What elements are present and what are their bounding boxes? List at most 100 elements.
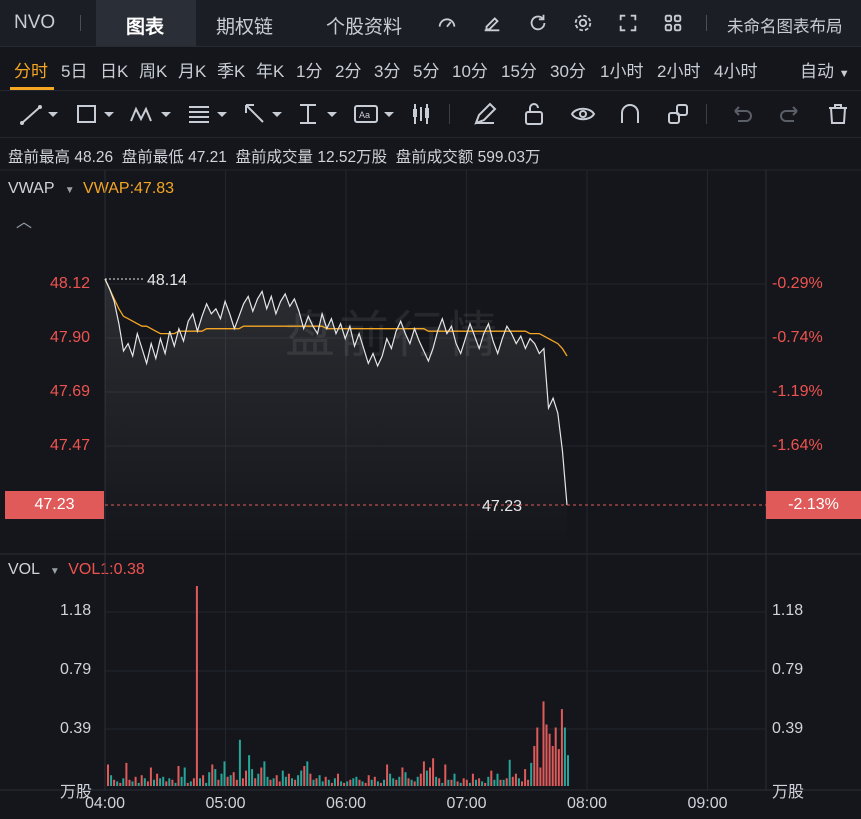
volume-unit: 万股 <box>772 784 805 801</box>
volume-bar <box>517 778 520 786</box>
volume-bar <box>183 767 186 786</box>
timeframe-item[interactable]: 季K <box>217 57 245 82</box>
volume-bar <box>453 773 456 786</box>
volume-bar <box>140 775 143 786</box>
volume-bar <box>324 776 327 786</box>
volume-bar <box>419 773 422 786</box>
volume-bar <box>416 776 419 786</box>
volume-bar <box>404 772 407 786</box>
volume-bar <box>257 773 260 786</box>
volume-bar <box>533 746 536 786</box>
volume-bar <box>156 773 159 786</box>
pct-tick: -0.29% <box>772 275 823 292</box>
volume-bar <box>134 776 137 786</box>
chart-canvas[interactable]: 盘前行情 48.14 47.23 04:00 05:00 06:00 07:00 08:… <box>0 0 861 819</box>
volume-bar <box>153 779 155 786</box>
timeframe-item[interactable]: 2分 <box>335 57 361 82</box>
volume-bar <box>223 761 226 786</box>
timeframe-item[interactable]: 2小时 <box>657 57 700 82</box>
volume-bar <box>367 775 370 786</box>
volume-bar <box>254 778 257 786</box>
volume-bar <box>379 782 382 786</box>
volume-bar <box>165 781 168 786</box>
time-tick: 05:00 <box>205 795 245 812</box>
volume-bar <box>554 727 557 786</box>
volume-bar <box>490 770 493 786</box>
volume-bar <box>260 767 263 786</box>
volume-bar <box>346 781 349 786</box>
timeframe-item[interactable]: 周K <box>139 57 167 82</box>
volume-bar <box>505 778 508 786</box>
volume-bar <box>425 770 428 786</box>
timeframe-item[interactable]: 5分 <box>413 57 439 82</box>
timeframe-item[interactable]: 日K <box>100 57 128 82</box>
volume-bar <box>545 724 548 786</box>
volume-bar <box>441 782 444 786</box>
volume-bar <box>358 779 361 786</box>
volume-bar <box>373 776 376 786</box>
timeframe-item[interactable]: 3分 <box>374 57 400 82</box>
volume-bar <box>450 779 453 786</box>
volume-bar <box>202 775 205 786</box>
volume-bar <box>361 781 364 786</box>
volume-bar <box>174 782 177 786</box>
volume-bar <box>508 759 511 786</box>
volume-bar <box>484 782 487 786</box>
timeframe-item[interactable]: 年K <box>256 57 284 82</box>
volume-bar <box>413 781 416 786</box>
volume-bar <box>410 779 413 786</box>
timeframe-item[interactable]: 1分 <box>296 57 322 82</box>
timeframe-item[interactable]: 15分 <box>501 57 537 82</box>
volume-bar <box>407 778 410 786</box>
volume-bar <box>444 764 447 786</box>
volume-tick: 0.79 <box>772 661 804 678</box>
timeframe-item[interactable]: 30分 <box>550 57 586 82</box>
volume-bar <box>499 779 502 786</box>
price-tick: 47.47 <box>50 437 91 454</box>
volume-bar <box>462 778 465 786</box>
timeframe-item[interactable]: 月K <box>178 57 206 82</box>
volume-bar <box>211 764 214 786</box>
volume-bar <box>340 781 343 786</box>
volume-bar <box>232 772 235 786</box>
volume-tick: 1.18 <box>772 602 804 619</box>
volume-bar <box>180 776 183 786</box>
volume-bar <box>107 764 109 786</box>
timeframe-item[interactable]: 5日 <box>61 57 87 82</box>
volume-bar <box>447 779 450 786</box>
volume-bar <box>330 782 333 786</box>
volume-bar <box>560 709 563 786</box>
volume-bar <box>364 782 367 786</box>
volume-bar <box>119 782 122 786</box>
volume-bar <box>189 781 192 786</box>
timeframe-item[interactable]: 分时 <box>14 57 48 82</box>
volume-bar <box>199 778 201 786</box>
volume-bar <box>275 775 278 786</box>
volume-bar <box>468 782 471 786</box>
volume-bar <box>162 776 165 786</box>
volume-bar <box>171 779 174 786</box>
volume-tick: 1.18 <box>60 602 92 619</box>
current-price-tag: 47.23 <box>5 491 104 519</box>
volume-bar <box>266 776 269 786</box>
volume-bar <box>511 776 514 786</box>
pct-tick: -0.74% <box>772 329 823 346</box>
volume-bar <box>195 586 198 786</box>
volume-bar <box>539 767 542 786</box>
volume-bars <box>107 586 569 786</box>
timeframe-item[interactable]: 10分 <box>452 57 488 82</box>
volume-bar <box>352 778 355 786</box>
volume-bar <box>493 779 496 786</box>
volume-bar <box>389 773 392 786</box>
volume-bar <box>386 764 389 786</box>
volume-bar <box>137 782 140 786</box>
volume-bar <box>401 767 404 786</box>
volume-bar <box>220 773 223 786</box>
volume-bar <box>214 769 217 786</box>
volume-bar <box>355 776 358 786</box>
timeframe-item[interactable]: 1小时 <box>600 57 643 82</box>
timeframe-item[interactable]: 4小时 <box>714 57 757 82</box>
volume-bar <box>392 778 395 786</box>
volume-bar <box>557 749 560 786</box>
volume-bar <box>536 727 539 786</box>
